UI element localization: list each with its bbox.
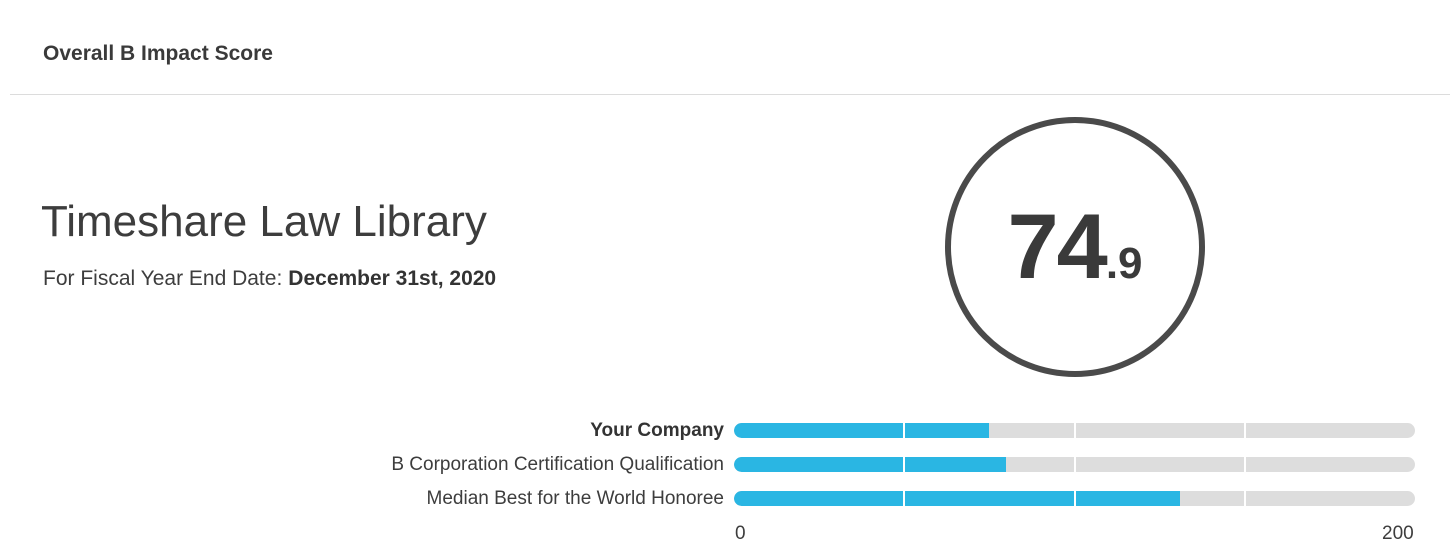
- bar-tick: [1073, 423, 1076, 438]
- bar-tick: [1243, 457, 1246, 472]
- fiscal-year-row: For Fiscal Year End Date: December 31st, …: [43, 267, 496, 291]
- axis-min-label: 0: [735, 523, 746, 544]
- comparison-row: Median Best for the World Honoree: [0, 488, 1455, 510]
- company-name: Timeshare Law Library: [41, 197, 487, 246]
- comparison-row: B Corporation Certification Qualificatio…: [0, 454, 1455, 476]
- score-value: 74.9: [951, 201, 1199, 293]
- comparison-row: Your Company: [0, 420, 1455, 442]
- section-title: Overall B Impact Score: [43, 42, 273, 65]
- comparison-row-label: B Corporation Certification Qualificatio…: [391, 454, 724, 475]
- bar-tick: [1073, 457, 1076, 472]
- score-decimal: .9: [1105, 239, 1143, 288]
- score-integer: 74: [1007, 196, 1107, 298]
- bar-track: [734, 457, 1415, 472]
- fiscal-year-label: For Fiscal Year End Date:: [43, 267, 283, 290]
- bar-track: [734, 491, 1415, 506]
- bar-tick: [903, 457, 906, 472]
- score-circle: 74.9: [945, 117, 1205, 377]
- bar-fill: [734, 491, 1181, 506]
- bar-tick: [903, 423, 906, 438]
- fiscal-year-date: December 31st, 2020: [288, 267, 497, 290]
- bar-tick: [1243, 423, 1246, 438]
- comparison-row-label: Your Company: [590, 420, 724, 441]
- bar-tick: [903, 491, 906, 506]
- bar-fill: [734, 457, 1007, 472]
- axis-max-label: 200: [1382, 523, 1414, 544]
- header-divider: [10, 94, 1450, 95]
- bar-tick: [1243, 491, 1246, 506]
- bar-fill: [734, 423, 990, 438]
- bar-track: [734, 423, 1415, 438]
- comparison-row-label: Median Best for the World Honoree: [426, 488, 724, 509]
- bar-tick: [1073, 491, 1076, 506]
